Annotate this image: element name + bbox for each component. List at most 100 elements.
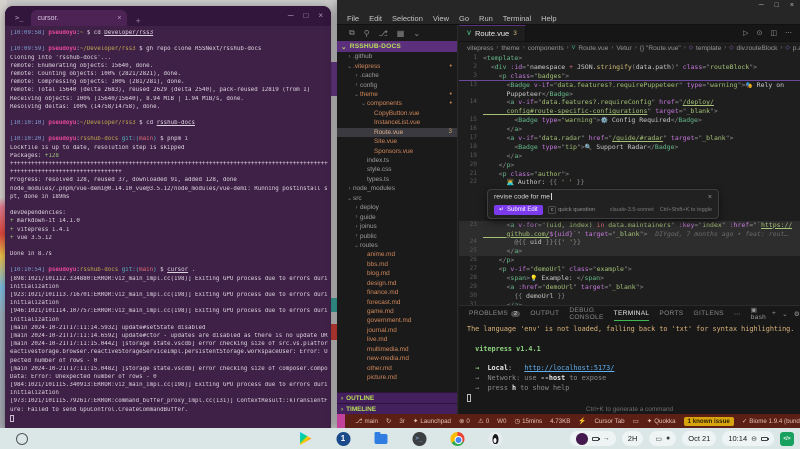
tree-item-copybutton-vue[interactable]: CopyButton.vue	[337, 109, 457, 118]
integrated-terminal[interactable]: The language 'env' is not loaded, fallin…	[459, 321, 800, 403]
1password-icon[interactable]: 1	[336, 431, 351, 446]
editor-action-icon[interactable]: ⊙	[757, 29, 763, 37]
tree-item-multimedia-md[interactable]: multimedia.md	[337, 345, 457, 354]
code-line[interactable]: 15 <Badge type="warning">⚙️ Config Requi…	[459, 116, 800, 125]
status-quokka[interactable]: ✦Quokka	[647, 417, 676, 425]
launcher-button[interactable]	[16, 433, 28, 445]
tree-item-new-media-md[interactable]: new-media.md	[337, 354, 457, 363]
code-line[interactable]: 23 <a v-for="(uid, index) in data.mainta…	[459, 221, 800, 230]
chevron-down-icon[interactable]: ⌄	[413, 29, 420, 38]
tree-item-style-css[interactable]: style.css	[337, 165, 457, 174]
panel-tab--[interactable]: ⋯	[734, 306, 741, 321]
panel-action-icon[interactable]: ⚙	[794, 310, 800, 318]
maximize-icon[interactable]: □	[303, 11, 308, 20]
tree-item-components[interactable]: ⌄components•	[337, 99, 457, 108]
breadcrumb-item[interactable]: {} "Route.vue"	[640, 45, 681, 52]
code-line[interactable]: 28 <span>💡 Example: </span>	[459, 274, 800, 283]
maximize-icon[interactable]: □	[775, 2, 779, 9]
panel-tab-terminal[interactable]: TERMINAL	[614, 306, 650, 321]
model-selector[interactable]: claude-3.5-sonnet	[610, 207, 654, 213]
files-icon[interactable]	[374, 431, 389, 446]
code-line[interactable]: 24 @{{ uid }}{{' '}}	[459, 238, 800, 247]
section-outline[interactable]: ›OUTLINE	[337, 392, 457, 403]
code-line[interactable]: 19 </a>	[459, 152, 800, 161]
source-control-icon[interactable]: ⎇	[379, 29, 388, 38]
terminal-icon[interactable]: >_	[412, 431, 427, 446]
code-line[interactable]: 17 <a v-if="data.radar" href="/guide/#ra…	[459, 134, 800, 143]
editor-action-icon[interactable]: ◫	[770, 29, 777, 37]
tree-item-game-md[interactable]: game.md	[337, 307, 457, 316]
code-line[interactable]: 20 </p>	[459, 161, 800, 170]
chrome-icon[interactable]	[450, 431, 465, 446]
menu-view[interactable]: View	[429, 14, 453, 23]
tab-route-vue[interactable]: V Route.vue 3	[459, 25, 526, 41]
tree-item-route-vue[interactable]: Route.vue3	[337, 128, 457, 137]
tree-item-deploy[interactable]: ›deploy	[337, 203, 457, 212]
tree-item-design-md[interactable]: design.md	[337, 279, 457, 288]
search-icon[interactable]: ⚲	[364, 29, 370, 38]
terminal-output[interactable]: [10:09:58] pseudoyu:~ $ cd Developer/rss…	[5, 26, 331, 423]
status-net-size[interactable]: 4.73KB	[550, 418, 570, 425]
tree-item-site-vue[interactable]: Site.vue	[337, 137, 457, 146]
tree-item-journal-md[interactable]: journal.md	[337, 326, 457, 335]
code-line[interactable]: github.com/${uid}`" target="_blank"> DIY…	[459, 230, 800, 239]
code-line[interactable]: 30 {{ demoUrl }}	[459, 292, 800, 301]
breadcrumb-item[interactable]: div.routeBlock	[737, 45, 778, 52]
tree-item-guide[interactable]: ›guide	[337, 212, 457, 221]
menu-run[interactable]: Run	[475, 14, 497, 23]
code-line[interactable]: 25 </a>	[459, 247, 800, 256]
section-timeline[interactable]: ›TIMELINE	[337, 403, 457, 414]
tree-item-other-md[interactable]: other.md	[337, 363, 457, 372]
menu-help[interactable]: Help	[537, 14, 560, 23]
notification-cluster[interactable]: →	[570, 431, 616, 446]
tree-item-sponsors-vue[interactable]: Sponsors.vue	[337, 146, 457, 155]
tree-item-public[interactable]: ›public	[337, 231, 457, 240]
tree-item--github[interactable]: ›.github	[337, 52, 457, 61]
status-biome[interactable]: ✓Biome 1.9.4 (bundled)	[742, 417, 800, 425]
tree-item-joinus[interactable]: ›joinus	[337, 222, 457, 231]
code-line[interactable]: 2 <div :id="namespace + JSON.stringify(d…	[459, 63, 800, 72]
remote-indicator[interactable]	[337, 414, 345, 428]
tree-item-config[interactable]: ›config	[337, 80, 457, 89]
code-line[interactable]: 21 <p class="author">	[459, 170, 800, 179]
capture-pill[interactable]: ▭ ●	[649, 431, 676, 446]
minimize-icon[interactable]: ─	[759, 2, 764, 9]
tree-item-blog-md[interactable]: blog.md	[337, 269, 457, 278]
date-pill[interactable]: Oct 21	[682, 431, 716, 446]
explorer-root[interactable]: ⌄ RSSHUB-DOCS	[337, 41, 457, 52]
status-sync-icon[interactable]: ↻	[386, 417, 391, 425]
menu-go[interactable]: Go	[455, 14, 473, 23]
status-errors[interactable]: ⊗0	[459, 417, 470, 425]
tree-item-forecast-md[interactable]: forecast.md	[337, 297, 457, 306]
breadcrumb-item[interactable]: Vetur	[616, 45, 631, 52]
tree-item-picture-md[interactable]: picture.md	[337, 373, 457, 382]
close-icon[interactable]: ×	[318, 11, 323, 20]
play-store-icon[interactable]	[298, 431, 313, 446]
panel-tab-debug-console[interactable]: DEBUG CONSOLE	[569, 306, 603, 321]
status-gitlens-stats[interactable]: 3r	[399, 418, 405, 425]
breadcrumb-item[interactable]: vitepress	[467, 45, 493, 52]
linux-terminal-icon[interactable]	[488, 431, 503, 446]
extensions-icon[interactable]: ▦	[397, 29, 405, 38]
code-line[interactable]: Puppeteer</Badge>	[459, 90, 800, 99]
vscode-titlebar[interactable]: ─ □ ×	[337, 0, 800, 12]
menu-terminal[interactable]: Terminal	[499, 14, 535, 23]
panel-action-icon[interactable]: ⌄	[782, 310, 788, 318]
panel-tab-output[interactable]: OUTPUT	[530, 306, 559, 321]
panel-tab-gitlens[interactable]: GITLENS	[694, 306, 724, 321]
panel-tab-problems[interactable]: PROBLEMS2	[469, 306, 520, 321]
panel-tab-ports[interactable]: PORTS	[659, 306, 683, 321]
code-line[interactable]: 22 👨‍💻 Author: {{ ' ' }}	[459, 178, 800, 187]
status-w-counter[interactable]: W0	[497, 418, 506, 425]
status-wakatime[interactable]: ◷15mins	[514, 417, 542, 425]
code-line[interactable]: 27 <p v-if="demoUrl" class="example">	[459, 265, 800, 274]
code-line[interactable]: 16 </a>	[459, 125, 800, 134]
status-screen-icon[interactable]: ▭	[633, 417, 639, 425]
code-line[interactable]: 29 <a :href="demoUrl" target="_blank">	[459, 283, 800, 292]
status-git-branch[interactable]: ⎇main	[355, 417, 378, 425]
editor-action-icon[interactable]: ▷	[743, 29, 748, 37]
menu-selection[interactable]: Selection	[388, 14, 427, 23]
code-line[interactable]: 14 <a v-if="data.features?.requireConfig…	[459, 98, 800, 107]
status-flash-icon[interactable]: ⚡	[578, 417, 586, 425]
status-cursor-tab[interactable]: Cursor Tab	[594, 418, 624, 425]
